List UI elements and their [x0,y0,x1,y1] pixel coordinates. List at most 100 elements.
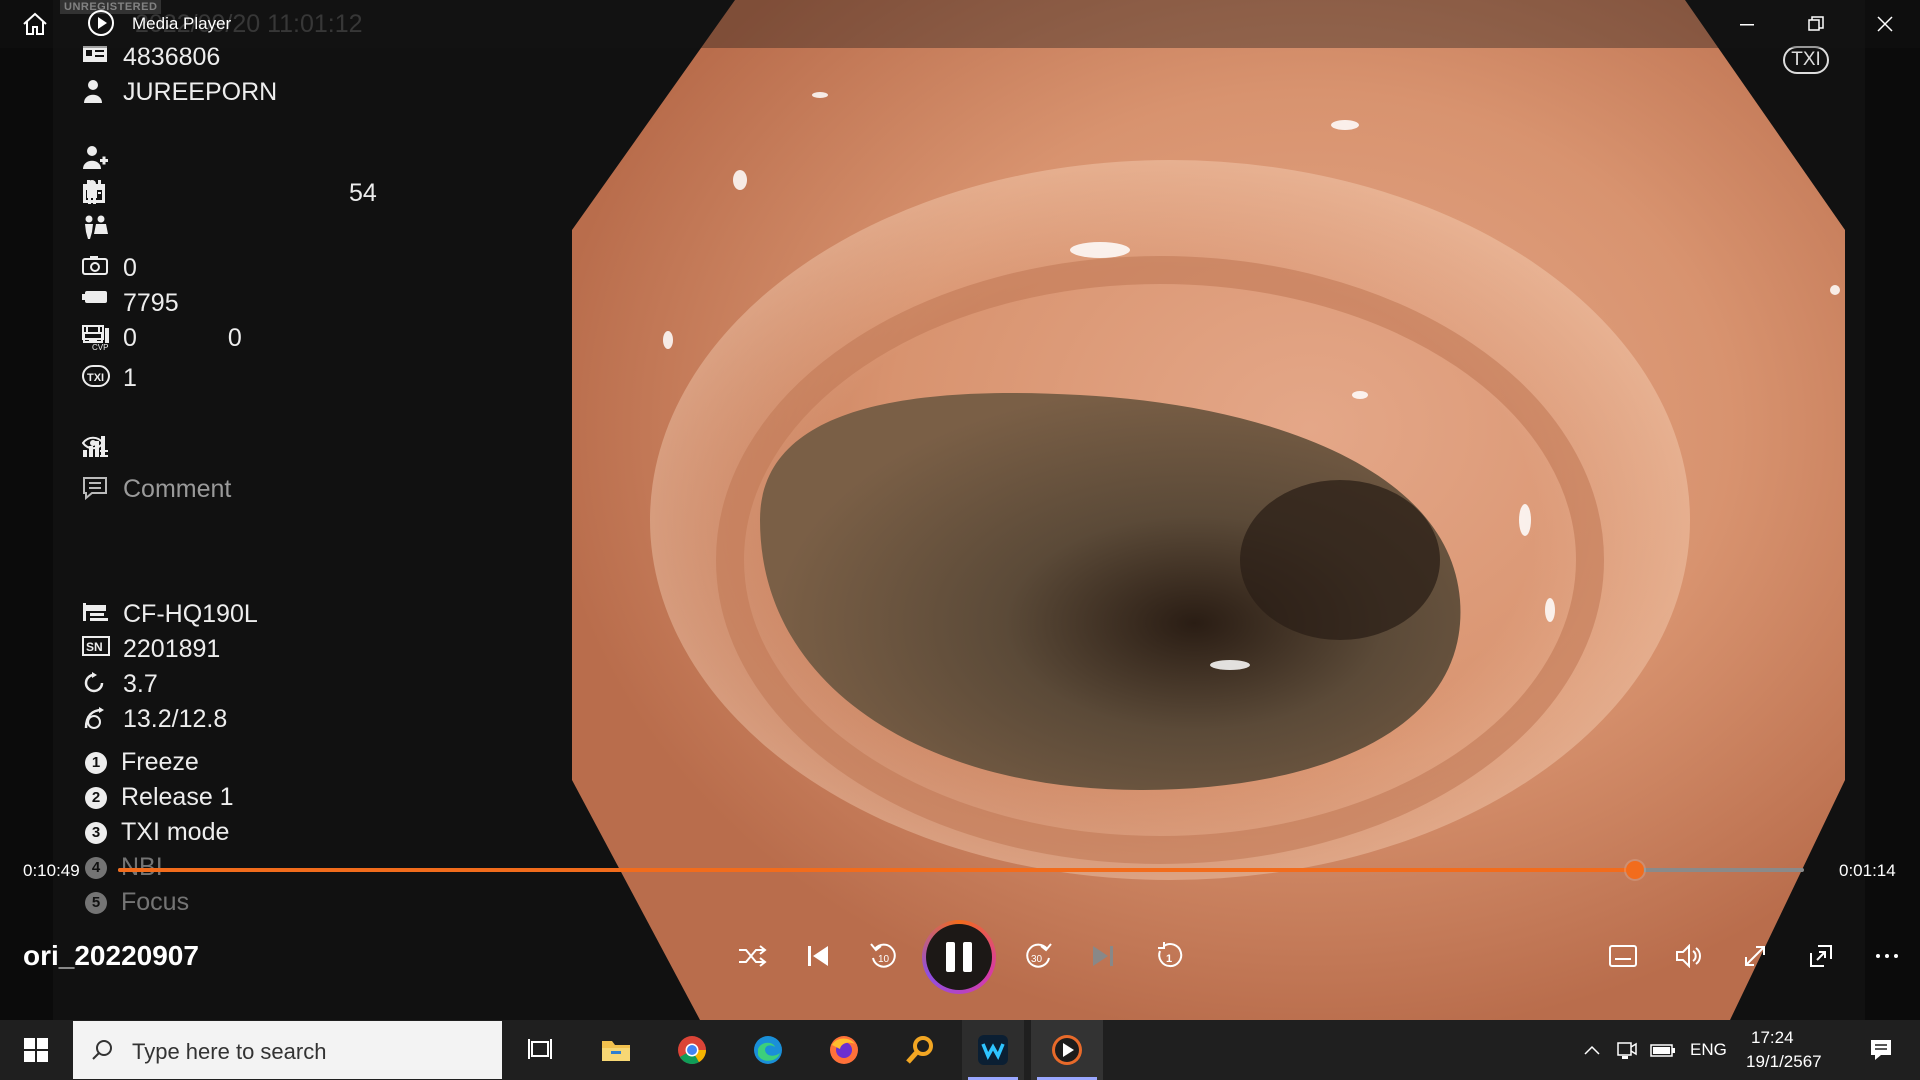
date-age-row: 54 [82,180,377,206]
physician-row [82,145,123,171]
mini-player-button[interactable] [1795,930,1847,982]
camera-icon [82,255,110,281]
angle-row: 13.2/12.8 [82,706,227,732]
meet-now-icon [1617,1042,1637,1059]
minimize-icon [1740,24,1754,26]
home-icon [23,12,47,35]
restore-icon [1808,16,1824,31]
patient-age: 54 [349,178,377,207]
task-view-button[interactable] [510,1020,570,1080]
taskbar-search-box[interactable]: Type here to search [73,1021,502,1079]
magnifier-app-icon [906,1036,933,1064]
txi-mode-badge: TXI [1783,46,1829,74]
scope-button-2: 2 Release 1 [82,785,234,810]
show-hidden-icons-button[interactable] [1578,1020,1606,1080]
notification-center-icon [1871,1040,1891,1060]
minimize-button[interactable] [1714,0,1780,48]
media-player-taskbar-button[interactable] [1031,1020,1103,1080]
seek-bar-progress [118,868,1636,872]
video-frame[interactable]: UNREGISTERED 2022/09/20 11:01:12 4836806… [0,0,1920,1080]
clock-date[interactable]: 19/1/2567 [1746,1052,1822,1072]
doctor-icon [82,145,110,171]
webex-button[interactable] [962,1020,1024,1080]
restore-button[interactable] [1783,0,1849,48]
shuffle-icon [739,945,767,967]
volume-icon [1676,944,1701,968]
captions-button[interactable] [1597,930,1649,982]
clock-time[interactable]: 17:24 [1751,1028,1794,1048]
captions-icon [1609,945,1637,967]
webex-icon [978,1035,1008,1065]
scope-button-1: 1 Freeze [82,750,199,775]
file-explorer-button[interactable] [586,1020,646,1080]
meet-now-button[interactable] [1612,1020,1642,1080]
expand-icon [1745,946,1765,966]
repeat-button[interactable]: 1 [1143,930,1195,982]
elapsed-time: 0:10:49 [23,861,80,880]
home-button[interactable] [22,12,48,41]
image-count-row: 0 [82,255,137,281]
folder-icon [602,1041,630,1061]
comment-row: Comment [82,476,231,502]
start-button[interactable] [0,1020,72,1080]
remaining-time: 0:01:14 [1839,861,1896,880]
scope-model-row: CF-HQ190L [82,601,258,627]
svg-text:TXI: TXI [87,372,104,384]
svg-text:10: 10 [878,954,890,965]
battery-button[interactable] [1647,1020,1679,1080]
task-view-icon [528,1039,552,1059]
scope-button-5: 5 Focus [82,890,189,915]
person-icon [82,79,110,105]
repeat-one-icon: 1 [1158,942,1183,968]
edge-icon [754,1036,782,1064]
gender-icon [82,215,110,241]
rotation-row: 3.7 [82,671,158,697]
search-icon [92,1040,112,1060]
shuffle-button[interactable] [726,930,778,982]
more-icon [1876,954,1898,958]
volume-button[interactable] [1663,930,1715,982]
svg-text:SN: SN [86,640,103,654]
edge-button[interactable] [738,1020,798,1080]
forward-30-button[interactable]: 30 [1012,930,1064,982]
enhancement-row [82,435,164,461]
txi-level-row: TXI 1 [82,365,137,391]
serial-number-icon: SN [82,636,110,662]
rewind-10-icon: 10 [870,943,896,968]
fullscreen-button[interactable] [1729,930,1781,982]
endoscope-icon [82,601,110,627]
comment-icon [82,476,110,502]
previous-button[interactable] [792,930,844,982]
signal-level-icon [83,435,151,461]
svg-text:1: 1 [1166,953,1172,965]
mini-player-icon [1810,945,1832,967]
bending-icon [82,706,110,732]
storage-icon [82,290,110,316]
pause-button[interactable] [922,920,996,994]
notifications-button[interactable] [1854,1020,1908,1080]
language-indicator[interactable]: ENG [1690,1040,1727,1060]
close-icon [1877,16,1893,32]
media-player-icon [1052,1035,1082,1065]
title-bar: Media Player [0,0,1920,48]
next-button[interactable] [1077,930,1129,982]
file-name: ori_20220907 [23,940,199,971]
serial-row: SN 2201891 [82,636,220,662]
search-app-button[interactable] [890,1020,950,1080]
search-placeholder: Type here to search [132,1039,327,1064]
seek-bar[interactable] [118,861,1804,879]
window-title: Media Player [132,14,232,33]
windows-logo-icon [24,1038,48,1062]
sex-row [82,215,123,241]
more-options-button[interactable] [1861,930,1913,982]
rewind-10-button[interactable]: 10 [858,930,910,982]
firefox-button[interactable] [814,1020,874,1080]
close-button[interactable] [1852,0,1918,48]
battery-icon [1650,1044,1675,1057]
patient-name-row: JUREEPORN [82,79,277,105]
txi-icon: TXI [82,365,110,391]
chrome-button[interactable] [662,1020,722,1080]
firefox-icon [830,1036,858,1064]
scope-button-3: 3 TXI mode [82,820,229,845]
chevron-up-icon [1584,1045,1600,1055]
